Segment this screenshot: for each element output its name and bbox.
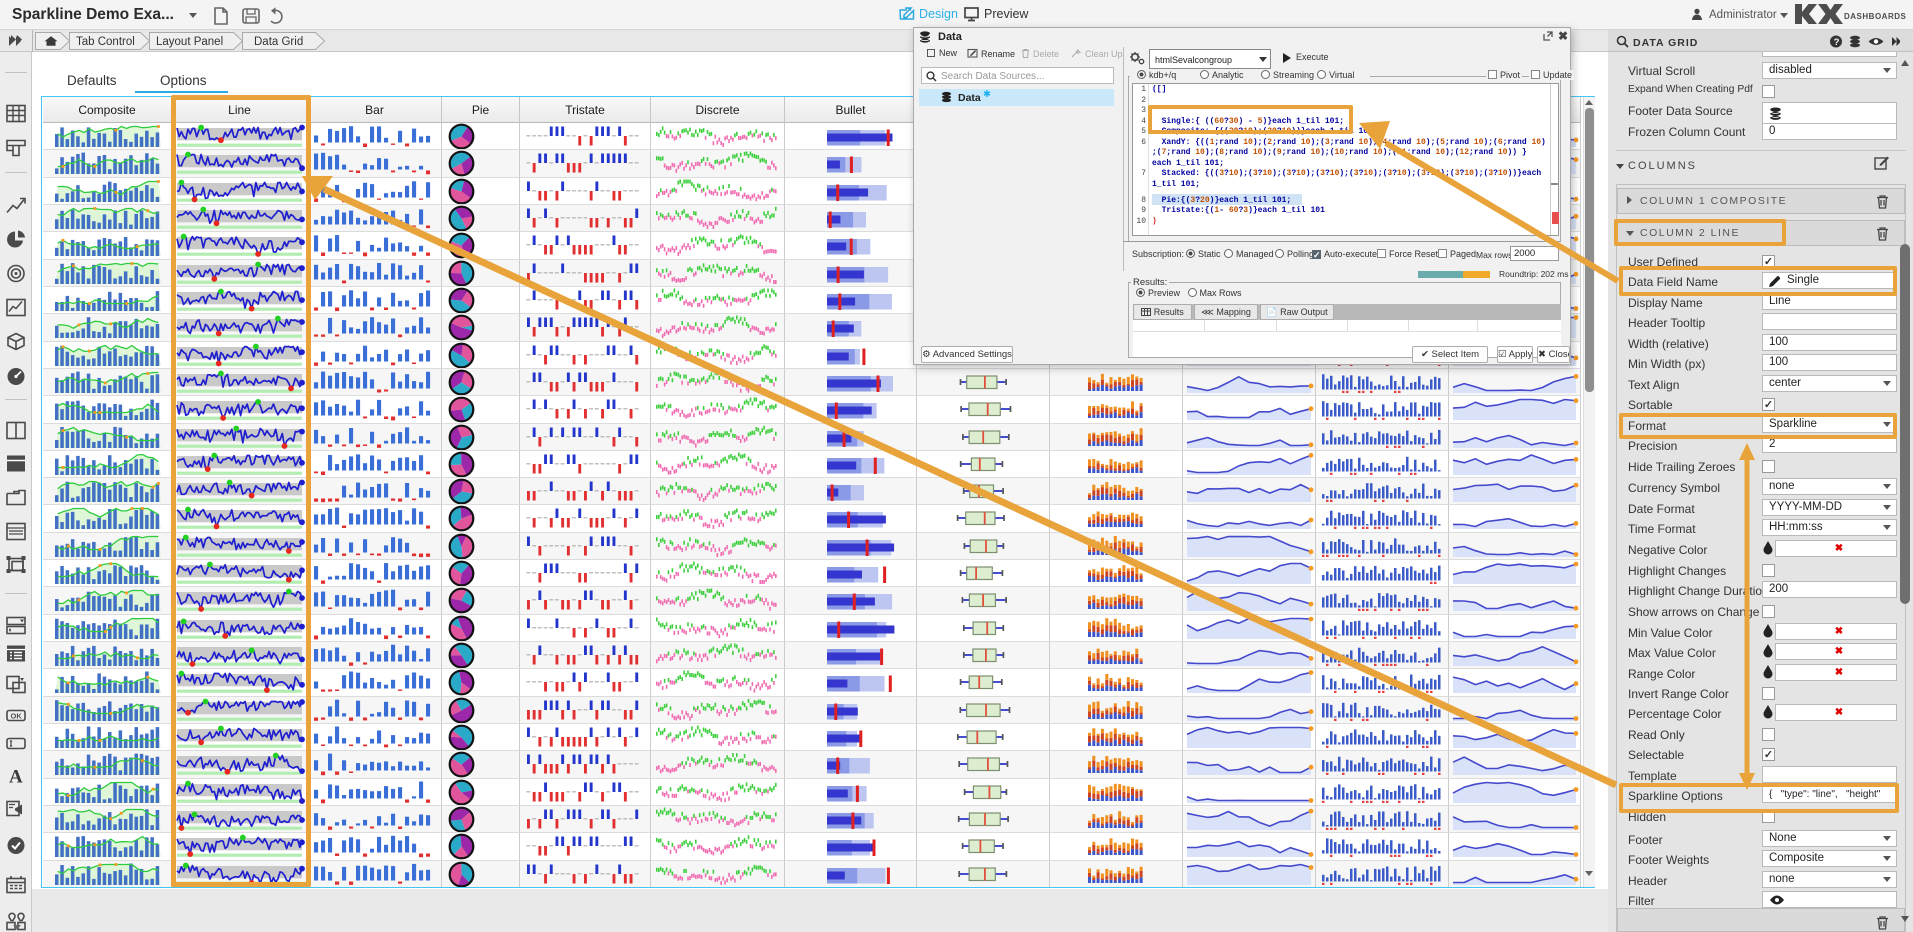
- svg-text:Tab Control: Tab Control: [76, 36, 135, 48]
- svg-text:Layout Panel: Layout Panel: [156, 36, 223, 48]
- svg-text:OK: OK: [11, 712, 23, 721]
- svg-text:Data Grid: Data Grid: [254, 36, 303, 48]
- svg-text:DASHBOARDS: DASHBOARDS: [1844, 12, 1907, 21]
- svg-text:A: A: [9, 767, 23, 786]
